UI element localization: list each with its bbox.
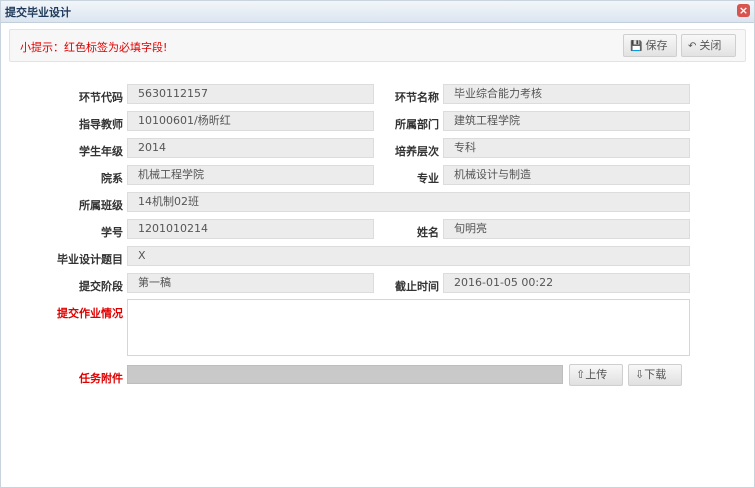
download-icon: ⇩ [635,368,645,381]
label-attachment: 任务附件 [79,372,123,385]
upload-button[interactable]: ⇧上传 [569,364,623,386]
label-deadline: 截止时间 [395,280,439,293]
close-button[interactable]: ↶ 关闭 [681,34,736,57]
field-advisor[interactable]: 10100601/杨昕红 [127,111,374,131]
window-title: 提交毕业设计 [5,6,71,19]
download-button[interactable]: ⇩下载 [628,364,682,386]
upload-icon: ⇧ [576,368,586,381]
field-link-name[interactable]: 毕业综合能力考核 [443,84,690,104]
label-major: 专业 [417,172,439,185]
close-icon[interactable]: × [737,4,750,17]
undo-arrow-icon: ↶ [688,41,697,52]
label-class: 所属班级 [79,199,123,212]
label-department: 所属部门 [395,118,439,131]
title-bar: 提交毕业设计 × [1,1,754,23]
field-major[interactable]: 机械设计与制造 [443,165,690,185]
toolbar: 小提示：红色标签为必填字段! 💾 保存 ↶ 关闭 [9,29,746,62]
field-topic[interactable]: X [127,246,690,266]
close-label: 关闭 [699,39,722,52]
label-grade: 学生年级 [79,145,123,158]
label-level: 培养层次 [395,145,439,158]
field-grade[interactable]: 2014 [127,138,374,158]
field-name[interactable]: 旬明亮 [443,219,690,239]
field-student-id[interactable]: 1201010214 [127,219,374,239]
upload-label: 上传 [585,368,608,381]
field-deadline[interactable]: 2016-01-05 00:22 [443,273,690,293]
field-faculty[interactable]: 机械工程学院 [127,165,374,185]
label-submission: 提交作业情况 [57,307,123,320]
label-advisor: 指导教师 [79,118,123,131]
download-label: 下载 [644,368,667,381]
field-level[interactable]: 专科 [443,138,690,158]
label-link-code: 环节代码 [79,91,123,104]
save-button[interactable]: 💾 保存 [623,34,677,57]
save-label: 保存 [645,39,668,52]
field-class[interactable]: 14机制02班 [127,192,690,212]
label-link-name: 环节名称 [395,91,439,104]
label-topic: 毕业设计题目 [57,253,123,266]
disk-icon: 💾 [630,41,643,52]
field-department[interactable]: 建筑工程学院 [443,111,690,131]
field-stage[interactable]: 第一稿 [127,273,374,293]
label-stage: 提交阶段 [79,280,123,293]
required-tip: 小提示：红色标签为必填字段! [20,41,168,54]
attachment-file-field[interactable] [127,365,563,384]
submission-textarea[interactable] [127,299,690,356]
field-link-code[interactable]: 5630112157 [127,84,374,104]
label-faculty: 院系 [101,172,123,185]
label-student-id: 学号 [101,226,123,239]
label-name: 姓名 [417,226,439,239]
dialog-window: 提交毕业设计 × 小提示：红色标签为必填字段! 💾 保存 ↶ 关闭 环节代码 563… [0,0,755,488]
